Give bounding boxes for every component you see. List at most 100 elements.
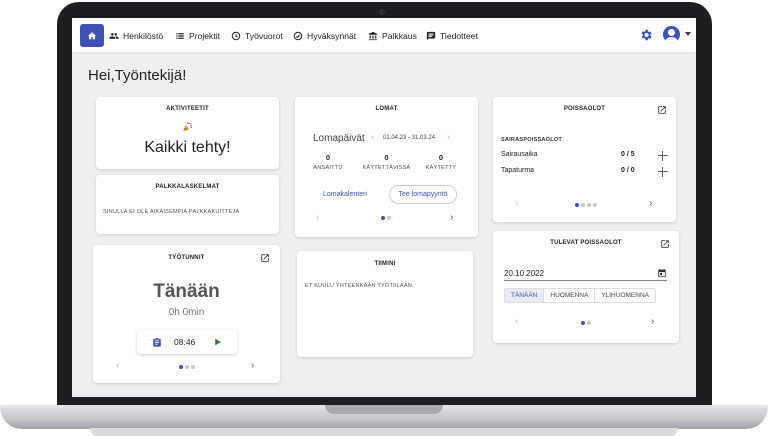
calendar-icon[interactable] (657, 268, 667, 278)
date-field[interactable]: 20.10.2022 (504, 266, 667, 281)
nav-label: Tiedotteet (440, 31, 478, 41)
holiday-request-button[interactable]: Tee lomapyyntö (389, 185, 457, 204)
payslips-title: PALKKALASKELMAT (155, 184, 220, 190)
activities-message: Kaikki tehty! (144, 139, 231, 156)
carousel-dot[interactable] (587, 321, 591, 325)
carousel-dot[interactable] (191, 365, 195, 369)
absence-value: 0 / 5 (621, 151, 635, 158)
nav-label: Palkkaus (382, 31, 417, 41)
today-label: Tänään (153, 281, 220, 302)
open-external-icon[interactable] (660, 239, 670, 249)
nav-item-henkilosto[interactable]: Henkilöstö (109, 29, 163, 43)
absence-label: Tapaturma (501, 167, 535, 174)
carousel-next-icon[interactable]: › (651, 317, 654, 327)
team-empty-text: ET KUULU YHTEENKÄÄN TYÖTIILAAN. (305, 283, 414, 289)
carousel-dot[interactable] (581, 321, 585, 325)
laptop-shadow (90, 428, 678, 436)
nav-item-palkkaus[interactable]: Palkkaus (368, 29, 417, 43)
nav-label: Projektit (189, 31, 221, 41)
absences-card: POISSAOLOT SAIRASPOISSAOLOT Sairausaika … (493, 97, 676, 222)
nav-label: Henkilöstö (123, 31, 164, 41)
holidays-card: LOMAT Lomapäivät ‹ 01.04.23 - 31.03.24 ›… (295, 97, 478, 237)
stat-value: 0 (438, 153, 444, 162)
date-value: 20.10.2022 (504, 269, 545, 278)
nav-item-hyvaksynnat[interactable]: Hyväksynnät (293, 29, 356, 43)
working-hours-card: TYÖTUNNIT Tänään 0h 0min 08:46 ‹ › (93, 245, 280, 383)
team-title: TIIMINI (374, 261, 396, 267)
nav-item-tiedotteet[interactable]: Tiedotteet (426, 29, 478, 43)
nav-label: Työvuorot (245, 31, 283, 41)
carousel-dot[interactable] (387, 216, 391, 220)
carousel-next-icon[interactable]: › (649, 199, 652, 209)
upcoming-absences-card: TULEVAT POISSAOLOT 20.10.2022 TÄNÄÄN HUO… (493, 231, 679, 343)
play-icon[interactable] (213, 337, 222, 347)
clipboard-icon (153, 337, 161, 347)
nav-item-tyovuorot[interactable]: Työvuorot (231, 29, 283, 43)
open-external-icon[interactable] (657, 105, 667, 115)
worked-duration: 0h 0min (168, 307, 205, 318)
carousel-dot[interactable] (575, 203, 579, 207)
carousel-dot[interactable] (381, 216, 385, 220)
activities-card: AKTIVITEETIT Kaikki tehty! (96, 97, 279, 169)
period-next-icon[interactable]: › (447, 133, 450, 143)
upcoming-absences-title: TULEVAT POISSAOLOT (550, 240, 622, 246)
carousel-dot[interactable] (593, 203, 597, 207)
gear-icon[interactable] (639, 28, 653, 42)
laptop-base-notch (325, 405, 443, 414)
carousel-prev-icon[interactable]: ‹ (515, 199, 518, 209)
carousel-dot[interactable] (185, 365, 189, 369)
tab-tomorrow[interactable]: HUOMENNA (544, 289, 596, 302)
carousel-dot[interactable] (587, 203, 591, 207)
stat-used: 0 KÄYTETTY (421, 153, 461, 171)
home-button[interactable] (80, 24, 104, 47)
tab-day-after-tomorrow[interactable]: YLIHUOMENNA (595, 289, 655, 302)
carousel-next-icon[interactable]: › (251, 361, 254, 371)
carousel-prev-icon[interactable]: ‹ (316, 213, 319, 223)
tab-today[interactable]: TÄNÄÄN (505, 289, 545, 302)
nav-item-projektit[interactable]: Projektit (175, 29, 220, 43)
day-tabs: TÄNÄÄN HUOMENNA YLIHUOMENNA (504, 288, 656, 303)
app-screen: Henkilöstö Projektit Työvuorot Hyväksynn… (72, 18, 696, 397)
open-external-icon[interactable] (260, 253, 270, 263)
stat-label: KÄYTETTÄVISSÄ (362, 165, 411, 171)
stat-label: ANSAITTU (313, 165, 343, 171)
people-icon (109, 33, 119, 39)
activities-title: AKTIVITEETIT (166, 106, 209, 112)
clock-in-widget: 08:46 (137, 330, 237, 354)
stat-earned: 0 ANSAITTU (313, 153, 343, 171)
holiday-days-label: Lomapäivät (313, 133, 365, 144)
carousel-prev-icon[interactable]: ‹ (515, 317, 518, 327)
stat-value: 0 (325, 153, 331, 162)
carousel-dots (581, 321, 591, 325)
carousel-dot[interactable] (179, 365, 183, 369)
stat-available: 0 KÄYTETTÄVISSÄ (349, 153, 424, 171)
avatar-head (668, 29, 675, 36)
absence-label: Sairausaika (501, 151, 538, 158)
carousel-dots (575, 203, 597, 207)
message-icon (426, 31, 436, 41)
home-icon (87, 31, 97, 39)
stat-label: KÄYTETTY (425, 165, 457, 171)
holiday-period: 01.04.23 - 31.03.24 (383, 135, 436, 141)
avatar-body (665, 37, 678, 43)
carousel-dots (381, 216, 391, 220)
carousel-prev-icon[interactable]: ‹ (116, 361, 119, 371)
period-prev-icon[interactable]: ‹ (371, 133, 374, 143)
clock-time: 08:46 (174, 337, 196, 347)
add-icon[interactable] (658, 151, 668, 161)
working-hours-title: TYÖTUNNIT (168, 255, 205, 261)
holiday-calendar-link[interactable]: Lomakalenteri (323, 191, 367, 198)
carousel-dots (179, 365, 195, 369)
chevron-down-icon[interactable] (685, 32, 691, 36)
sick-leave-section: SAIRASPOISSAOLOT (501, 137, 563, 143)
page-title: Hei,Työntekijä! (88, 67, 187, 84)
top-navbar: Henkilöstö Projektit Työvuorot Hyväksynn… (72, 18, 696, 52)
carousel-dot[interactable] (581, 203, 585, 207)
bank-icon (368, 31, 378, 41)
team-card: TIIMINI ET KUULU YHTEENKÄÄN TYÖTIILAAN. (297, 251, 473, 357)
add-icon[interactable] (658, 167, 668, 177)
carousel-next-icon[interactable]: › (450, 213, 453, 223)
avatar[interactable] (663, 26, 680, 43)
party-popper-icon (183, 122, 193, 132)
clock-icon (231, 31, 241, 41)
